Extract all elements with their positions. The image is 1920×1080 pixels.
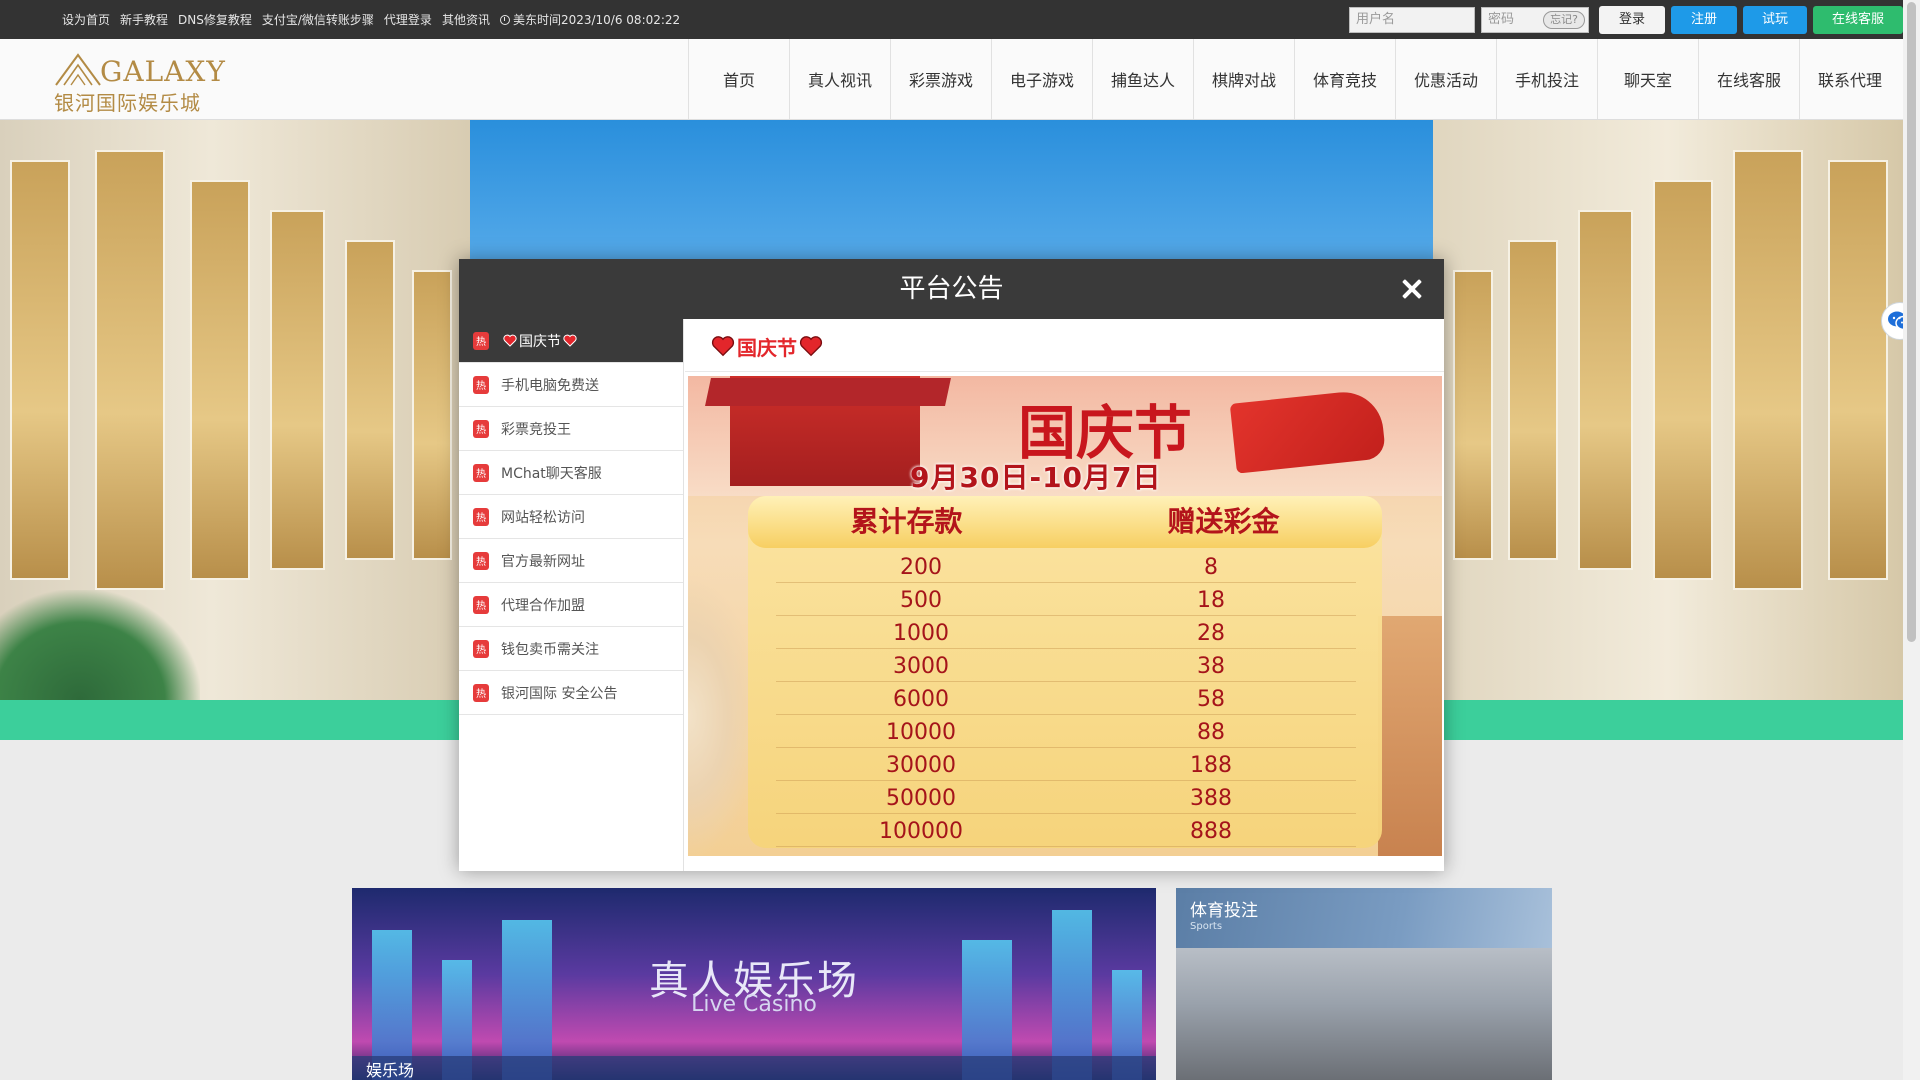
bonus-cell: 888 [1190,819,1232,844]
table-row: 3000 38 [776,649,1356,682]
hot-badge: 热 [473,419,489,438]
poster-table-header: 累计存款 赠送彩金 [748,496,1382,548]
announcement-label: 官方最新网址 [501,553,585,570]
hot-badge: 热 [473,683,489,702]
announcement-label: 国庆节 [519,333,561,350]
hot-badge: 热 [473,551,489,570]
national-day-poster: 国庆节 9月30日-10月7日 累计存款 赠送彩金 200 8 500 18 100… [688,376,1442,856]
table-row: 500 18 [776,583,1356,616]
hot-badge: 热 [473,507,489,526]
col-deposit: 累计存款 [850,505,963,538]
deposit-cell: 6000 [893,687,949,712]
announcement-label: 代理合作加盟 [501,597,585,614]
bonus-cell: 88 [1197,720,1225,745]
deposit-cell: 10000 [886,720,956,745]
announcement-item-security[interactable]: 热 银河国际 安全公告 [459,671,683,715]
table-row: 1000 28 [776,616,1356,649]
table-row: 100000 888 [776,814,1356,847]
bonus-cell: 188 [1190,753,1232,778]
table-row: 200 8 [776,550,1356,583]
hot-badge: 热 [473,463,489,482]
announcement-item-lottery-king[interactable]: 热 彩票竞投王 [459,407,683,451]
table-row: 30000 188 [776,748,1356,781]
announcement-list: 热 国庆节 热 手机电脑免费送 热 彩票竞投王 热 MChat聊天客服 热 网站… [459,319,684,871]
announcement-label: MChat聊天客服 [501,465,602,482]
poster-table: 200 8 500 18 1000 28 3000 38 6000 58 10000 88 … [776,550,1356,847]
deposit-cell: 200 [900,555,942,580]
table-row: 6000 58 [776,682,1356,715]
content-divider [685,371,1444,372]
hot-badge: 热 [473,595,489,614]
content-title-text: 国庆节 [737,335,797,360]
deposit-cell: 100000 [879,819,963,844]
poster-great-wall [1378,616,1442,856]
deposit-cell: 500 [900,588,942,613]
heart-icon [711,335,735,357]
heart-icon [563,334,577,347]
deposit-cell: 3000 [893,654,949,679]
announcement-item-national-day[interactable]: 热 国庆节 [459,319,683,363]
announcement-content: 国庆节 国庆节 9月30日-10月7日 累计存款 赠送彩金 200 8 500 18… [685,319,1444,871]
heart-icon [503,334,517,347]
bonus-cell: 388 [1190,786,1232,811]
announcement-item-wallet[interactable]: 热 钱包卖币需关注 [459,627,683,671]
deposit-cell: 30000 [886,753,956,778]
modal-header: 平台公告 [459,259,1444,319]
poster-pavilion-roof [705,378,951,406]
heart-icon [799,335,823,357]
bonus-cell: 58 [1197,687,1225,712]
announcement-label: 钱包卖币需关注 [501,641,599,658]
announcement-item-mchat[interactable]: 热 MChat聊天客服 [459,451,683,495]
bonus-cell: 8 [1204,555,1218,580]
announcement-item-agent-partner[interactable]: 热 代理合作加盟 [459,583,683,627]
modal-title: 平台公告 [899,274,1004,304]
table-row: 50000 388 [776,781,1356,814]
scrollbar-thumb[interactable] [1907,2,1916,642]
col-bonus: 赠送彩金 [1167,505,1280,538]
page-scrollbar[interactable] [1903,0,1920,1080]
announcement-label: 银河国际 安全公告 [501,685,618,702]
announcement-item-free-device[interactable]: 热 手机电脑免费送 [459,363,683,407]
table-row: 10000 88 [776,715,1356,748]
bonus-cell: 38 [1197,654,1225,679]
close-icon[interactable] [1402,279,1422,299]
announcement-label: 彩票竞投王 [501,421,571,438]
bonus-cell: 18 [1197,588,1225,613]
deposit-cell: 50000 [886,786,956,811]
deposit-cell: 1000 [893,621,949,646]
hot-badge: 热 [473,375,489,394]
content-title: 国庆节 [709,331,825,361]
announcement-label: 网站轻松访问 [501,509,585,526]
announcement-item-latest-url[interactable]: 热 官方最新网址 [459,539,683,583]
announcement-item-easy-access[interactable]: 热 网站轻松访问 [459,495,683,539]
announcement-modal: 平台公告 热 国庆节 热 手机电脑免费送 热 彩票竞投王 热 MChat聊天客服… [459,259,1444,871]
hot-badge: 热 [473,331,489,350]
hot-badge: 热 [473,639,489,658]
bonus-cell: 28 [1197,621,1225,646]
announcement-label: 手机电脑免费送 [501,377,599,394]
poster-dates: 9月30日-10月7日 [910,461,1162,494]
